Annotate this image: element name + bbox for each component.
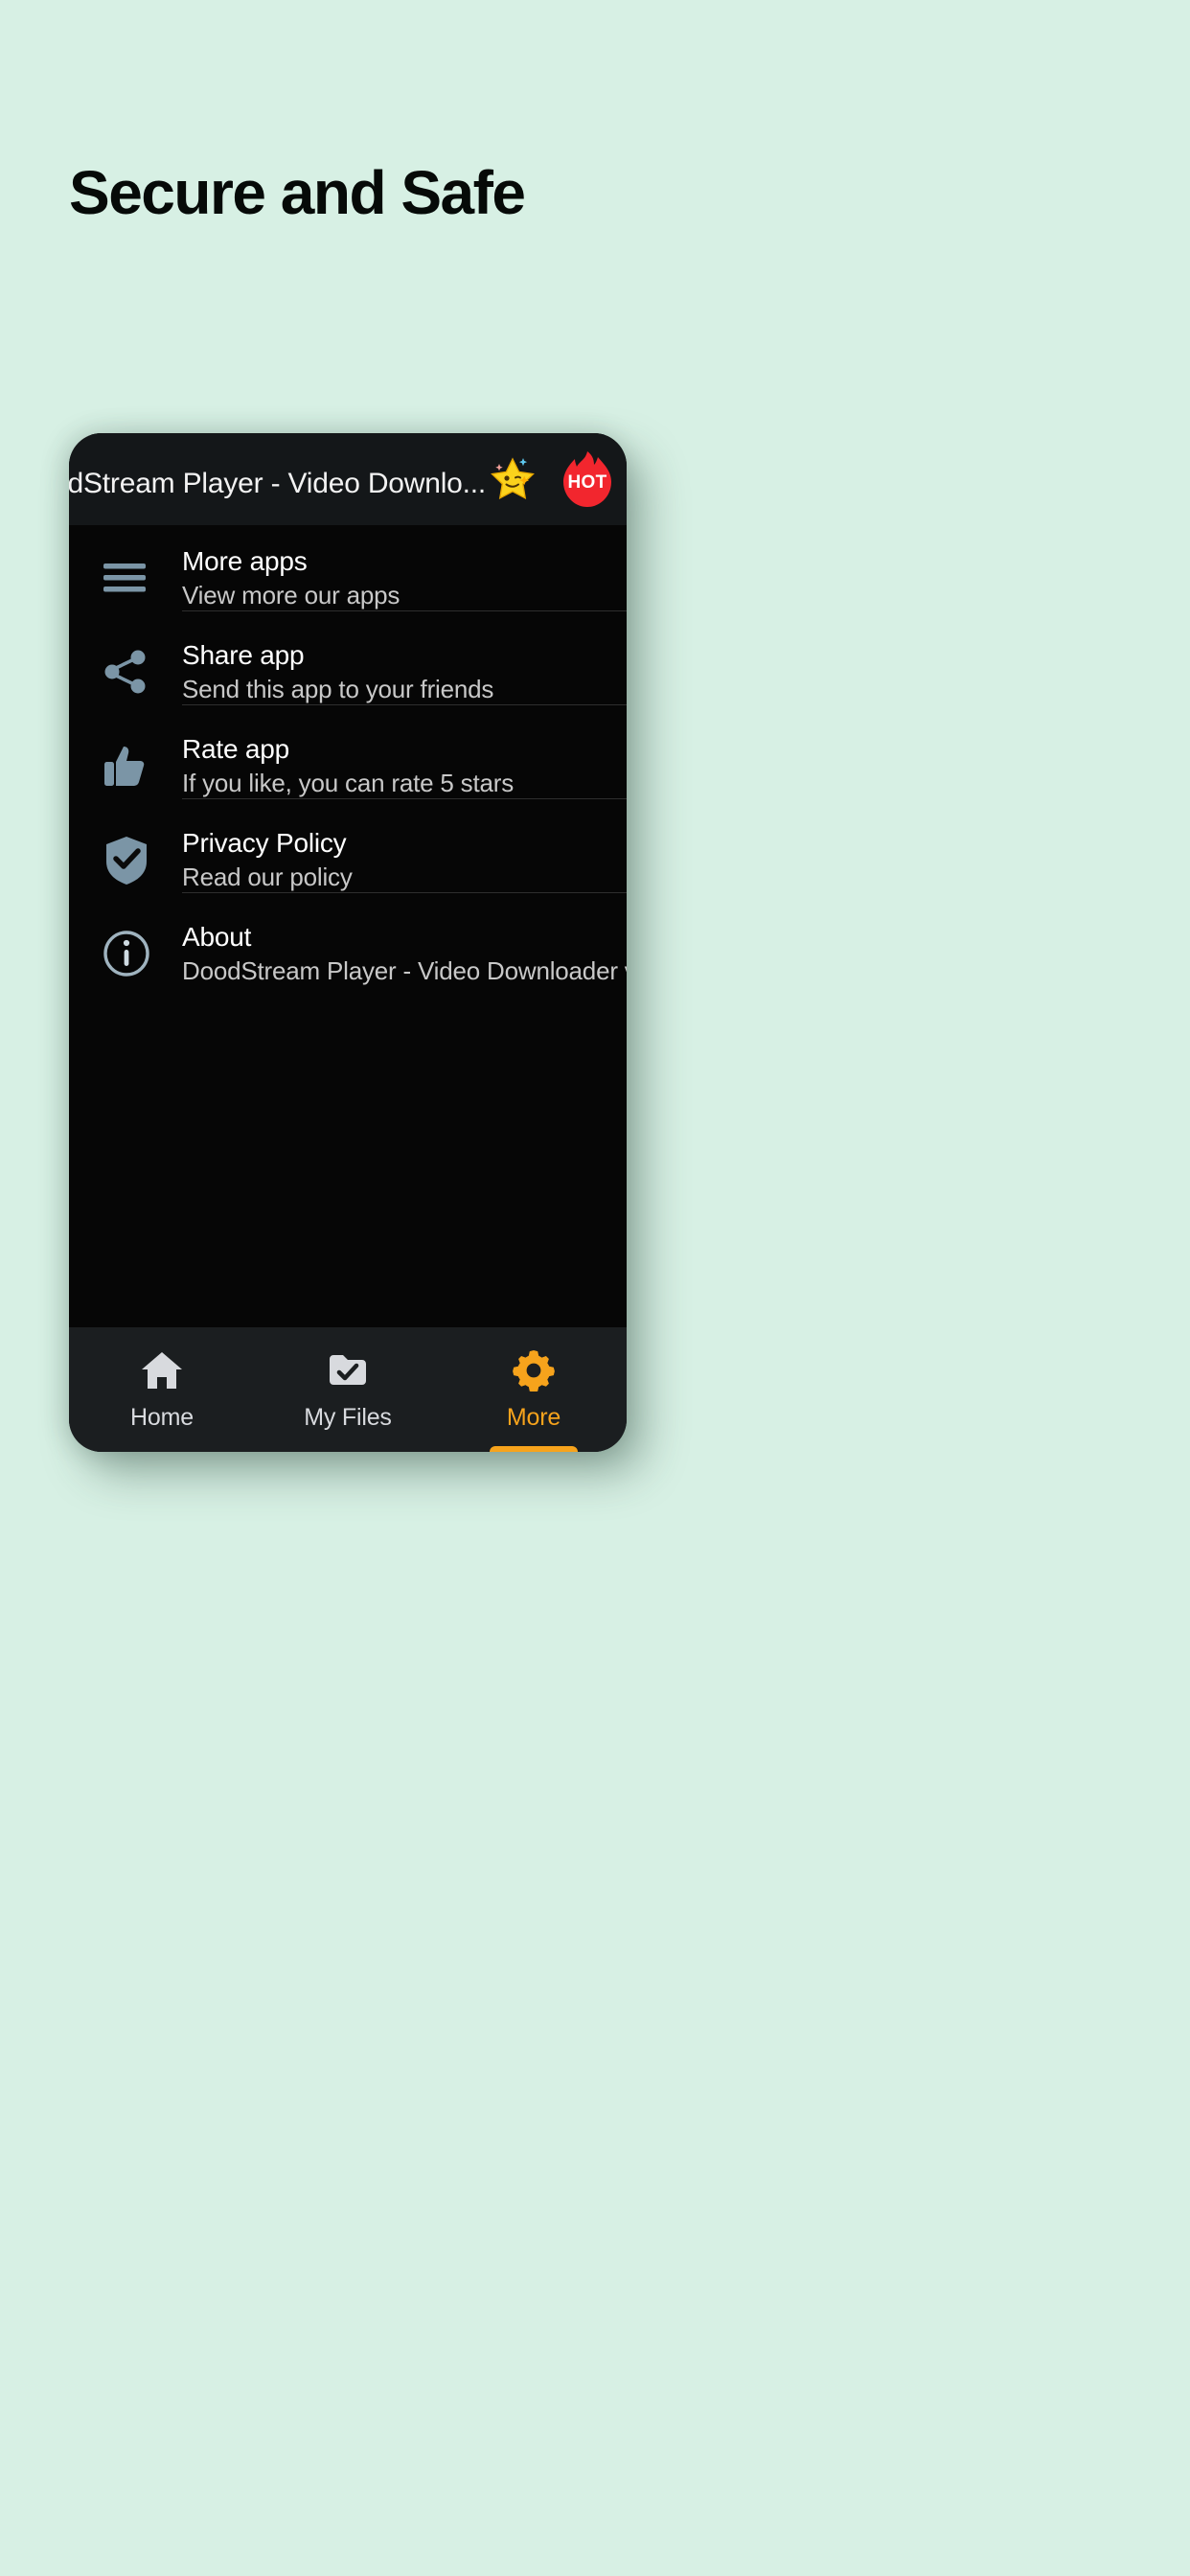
menu-item-title: Rate app <box>182 734 290 764</box>
menu-item-texts: About DoodStream Player - Video Download… <box>182 907 627 987</box>
home-icon <box>141 1348 183 1392</box>
menu-item-texts: Privacy Policy Read our policy <box>182 813 627 893</box>
menu-item-title: Share app <box>182 640 305 670</box>
menu-item-subtitle: If you like, you can rate 5 stars <box>182 769 515 797</box>
app-bar-actions: HOT <box>483 433 617 525</box>
menu-item-share-app[interactable]: Share app Send this app to your friends <box>69 625 627 719</box>
bottom-navigation-bar: Home My Files More <box>69 1327 627 1452</box>
share-icon <box>71 625 182 719</box>
thumbs-up-icon <box>71 719 182 813</box>
hot-badge-button[interactable]: HOT <box>558 449 617 509</box>
menu-item-texts: Share app Send this app to your friends <box>182 625 627 705</box>
hot-badge-label: HOT <box>567 472 607 493</box>
gear-icon <box>513 1348 555 1392</box>
menu-item-texts: More apps View more our apps <box>182 531 627 611</box>
nav-tab-label: Home <box>130 1403 194 1431</box>
nav-tab-home[interactable]: Home <box>69 1327 255 1452</box>
app-bar-title: odStream Player - Video Downlo... <box>69 468 487 499</box>
nav-tab-more[interactable]: More <box>441 1327 627 1452</box>
nav-tab-my-files[interactable]: My Files <box>255 1327 441 1452</box>
nav-tab-label: More <box>506 1403 561 1431</box>
menu-item-rate-app[interactable]: Rate app If you like, you can rate 5 sta… <box>69 719 627 813</box>
folder-check-icon <box>327 1348 369 1392</box>
menu-item-more-apps[interactable]: More apps View more our apps <box>69 531 627 625</box>
menu-item-title: Privacy Policy <box>182 828 347 858</box>
active-tab-indicator <box>490 1446 578 1452</box>
phone-mockup: odStream Player - Video Downlo... HOT Mo… <box>69 433 627 1452</box>
menu-item-subtitle: Read our policy <box>182 862 353 891</box>
menu-item-title: About <box>182 922 252 952</box>
info-circle-icon <box>71 907 182 1000</box>
menu-item-subtitle: Send this app to your friends <box>182 675 494 703</box>
star-icon <box>491 457 535 499</box>
app-bar: odStream Player - Video Downlo... HOT <box>69 433 627 525</box>
page-title: Secure and Safe <box>69 158 526 227</box>
menu-item-texts: Rate app If you like, you can rate 5 sta… <box>182 719 627 799</box>
menu-item-privacy-policy[interactable]: Privacy Policy Read our policy <box>69 813 627 907</box>
star-emoji-button[interactable] <box>483 449 542 509</box>
menu-item-title: More apps <box>182 546 308 576</box>
nav-tab-label: My Files <box>304 1403 392 1431</box>
menu-item-subtitle: View more our apps <box>182 581 400 610</box>
menu-item-subtitle: DoodStream Player - Video Downloader v 1 <box>182 956 627 985</box>
menu-item-about[interactable]: About DoodStream Player - Video Download… <box>69 907 627 1000</box>
hamburger-menu-icon <box>71 531 182 625</box>
shield-check-icon <box>71 813 182 907</box>
settings-menu-list: More apps View more our apps Share app S… <box>69 525 627 1327</box>
